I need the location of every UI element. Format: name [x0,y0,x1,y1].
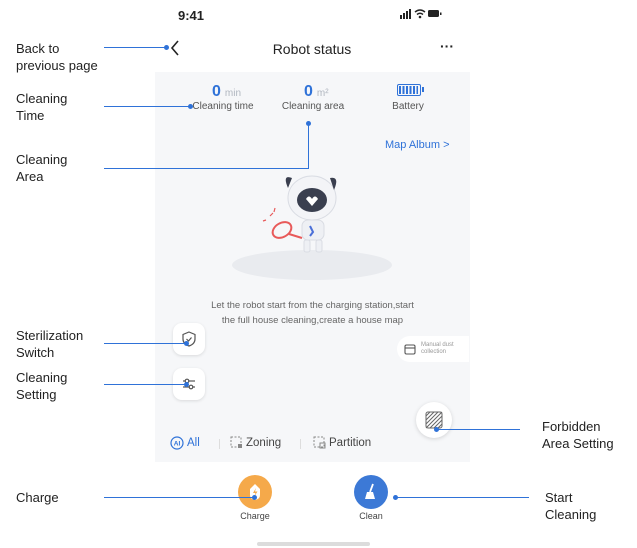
map-album-link[interactable]: Map Album > [385,139,450,151]
mode-all-label: All [187,437,200,449]
callout-back: Back to previous page [16,41,98,73]
status-icons [400,8,442,22]
callout-line [395,497,529,499]
more-button[interactable]: ··· [440,38,454,54]
forbidden-area-icon [425,411,443,429]
callout-line [104,497,254,499]
manual-dust-collection-button[interactable]: Manual dust collection [397,336,469,362]
status-time: 9:41 [178,8,205,23]
mode-divider [300,439,301,449]
dust-collection-label: Manual dust collection [421,342,454,355]
callout-dot [252,495,257,500]
cleaning-time-label: Cleaning time [192,101,254,112]
callout-line [104,106,190,108]
dust-bin-icon [404,344,416,355]
start-hint-text: Let the robot start from the charging st… [180,298,445,328]
mode-partition-label: Partition [329,436,372,449]
svg-text:AI: AI [174,441,181,448]
callout-cleaning-area: Cleaning Area [16,152,68,184]
cleaning-time-value: 0 min [212,83,242,100]
callout-line [104,343,186,345]
callout-line [104,168,309,170]
callout-line [436,429,520,431]
callout-line [104,384,186,386]
mode-zoning-tab[interactable]: Zoning [230,436,281,449]
mode-all-tab[interactable]: AI All [170,436,200,450]
callout-sterilization: Sterilization Switch [16,328,84,360]
battery-icon [397,84,424,96]
callout-dot [184,382,189,387]
callout-dot [306,121,311,126]
mode-zoning-label: Zoning [246,436,282,449]
sterilization-switch-button[interactable] [173,323,205,355]
ai-icon: AI [170,436,184,450]
clean-button[interactable] [354,475,388,509]
hint-line-2: the full house cleaning,create a house m… [221,315,404,326]
broom-icon [365,483,375,499]
hint-line-1: Let the robot start from the charging st… [211,300,414,311]
clean-label: Clean [359,511,383,521]
callout-dot [434,427,439,432]
callout-forbidden-area: Forbidden Area Setting [542,419,614,451]
chevron-left-icon [170,40,179,56]
mode-bar: AI All Zoning Partition [155,428,470,458]
charge-button[interactable] [238,475,272,509]
robot-mascot-illustration [262,175,337,253]
partition-icon [313,436,326,449]
cleaning-area-value: 0 m² [304,83,329,100]
callout-cleaning-setting: Cleaning Setting [16,370,68,402]
mode-partition-tab[interactable]: Partition [313,436,371,449]
callout-charge: Charge [16,490,59,505]
callout-cleaning-time: Cleaning Time [16,91,68,123]
home-indicator [257,542,370,546]
back-button[interactable] [170,40,180,61]
mode-divider [219,439,220,449]
charge-label: Charge [240,511,270,521]
status-bar: 9:41 [155,0,470,30]
signal-wifi-battery-icon [400,9,442,19]
callout-line [308,123,310,169]
cleaning-area-label: Cleaning area [281,101,345,112]
callout-dot [188,104,193,109]
callout-line [104,47,166,49]
battery-label: Battery [392,101,424,112]
callout-start-cleaning: Start Cleaning [545,490,597,522]
zoning-icon [230,436,242,448]
callout-dot [393,495,398,500]
callout-dot [184,341,189,346]
callout-dot [164,45,169,50]
page-title: Robot status [272,41,352,57]
